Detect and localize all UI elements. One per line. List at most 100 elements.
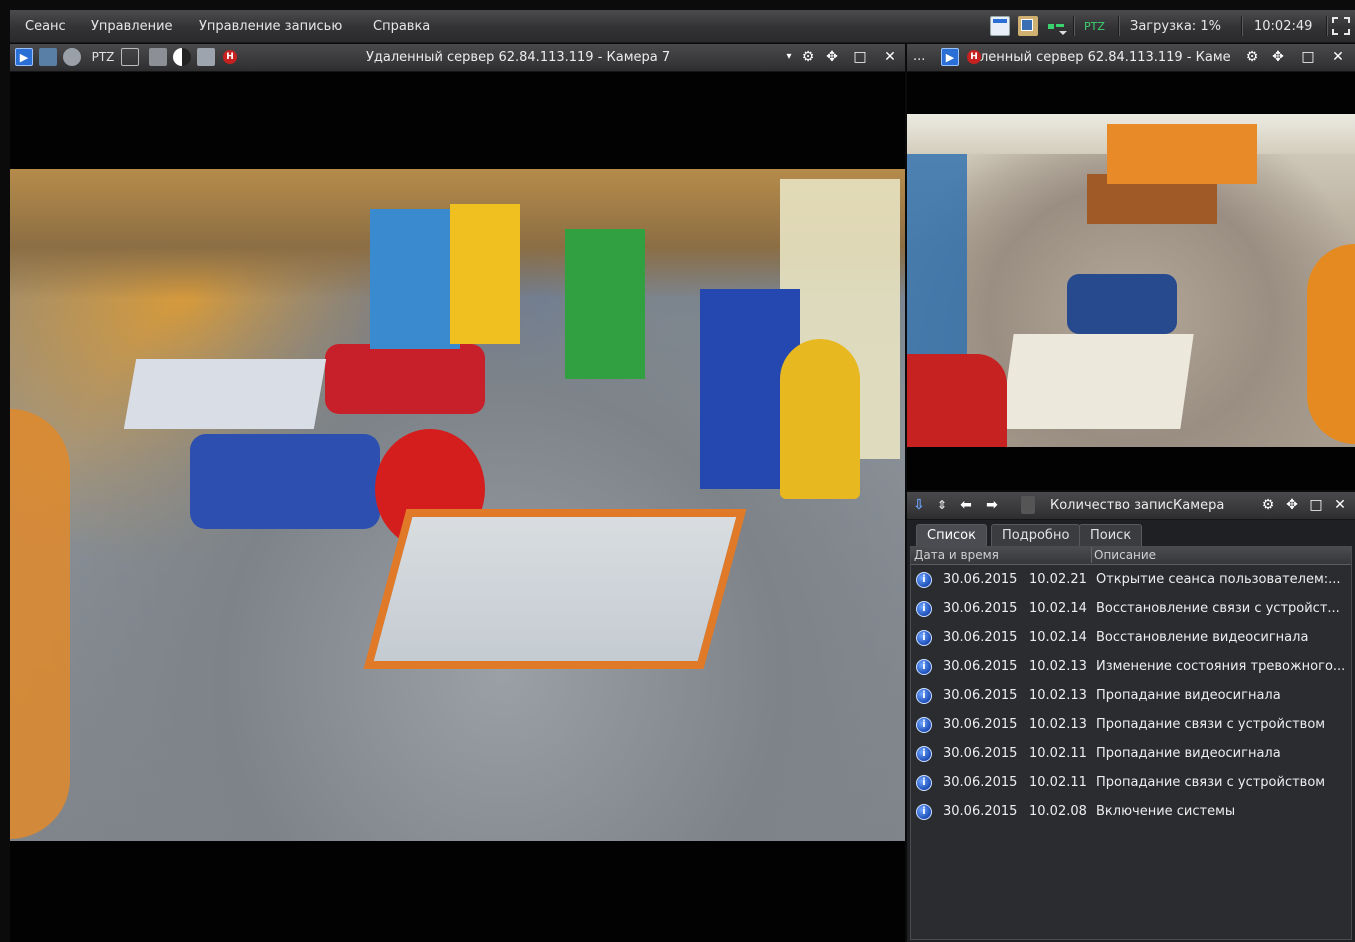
main-camera-title: Удаленный сервер 62.84.113.119 - Камера … — [366, 50, 671, 65]
sort-icon[interactable]: ⇕ — [933, 496, 951, 514]
row-time: 10.02.11 — [1029, 746, 1087, 761]
settings-icon[interactable]: ⚙ — [799, 48, 817, 66]
menu-session[interactable]: Сеанс — [25, 19, 66, 34]
events-title: Количество записКамера — [1050, 498, 1225, 513]
maximize-icon[interactable]: □ — [1299, 48, 1317, 66]
row-date: 30.06.2015 — [943, 659, 1018, 674]
menu-recording[interactable]: Управление записью — [199, 19, 342, 34]
fullscreen-icon[interactable] — [1332, 17, 1350, 35]
close-icon[interactable]: ✕ — [881, 48, 899, 66]
volume-icon[interactable] — [149, 48, 167, 66]
dropdown-icon[interactable]: ▾ — [780, 48, 798, 66]
filter-icon[interactable] — [1021, 496, 1035, 514]
row-date: 30.06.2015 — [943, 630, 1018, 645]
tab-details[interactable]: Подробно — [991, 524, 1081, 546]
row-time: 10.02.14 — [1029, 601, 1087, 616]
row-date: 30.06.2015 — [943, 804, 1018, 819]
row-description: Пропадание связи с устройством — [1096, 717, 1326, 732]
table-row[interactable]: i 30.06.2015 10.02.14 Восстановление вид… — [911, 624, 1347, 653]
window-layout-icon[interactable] — [990, 16, 1010, 36]
events-toolbar: ⇩ ⇕ ⬅ ➡ Количество записКамера ⚙ ✥ □ ✕ — [907, 492, 1355, 520]
column-datetime[interactable]: Дата и время — [914, 547, 999, 563]
move-icon[interactable]: ✥ — [1269, 48, 1287, 66]
row-date: 30.06.2015 — [943, 601, 1018, 616]
save-icon[interactable] — [197, 48, 215, 66]
row-time: 10.02.13 — [1029, 688, 1087, 703]
ptz-status[interactable]: PTZ — [1084, 20, 1105, 33]
tab-search[interactable]: Поиск — [1079, 524, 1143, 546]
events-table: Дата и время Описание i 30.06.2015 10.02… — [910, 546, 1352, 940]
signal-icon[interactable] — [1046, 16, 1067, 36]
row-time: 10.02.13 — [1029, 717, 1087, 732]
settings-icon[interactable]: ⚙ — [1259, 496, 1277, 514]
ptz-button[interactable]: PTZ — [89, 48, 117, 66]
screenshot-icon[interactable] — [1018, 16, 1038, 36]
row-description: Пропадание видеосигнала — [1096, 746, 1281, 761]
column-description[interactable]: Описание — [1091, 547, 1156, 563]
menu-help[interactable]: Справка — [373, 19, 430, 34]
arrow-right-icon[interactable]: ➡ — [983, 496, 1001, 514]
info-icon: i — [916, 775, 932, 791]
contrast-icon[interactable] — [173, 48, 191, 66]
info-icon: i — [916, 659, 932, 675]
row-date: 30.06.2015 — [943, 746, 1018, 761]
row-description: Пропадание связи с устройством — [1096, 775, 1326, 790]
download-icon[interactable]: ⇩ — [910, 496, 928, 514]
info-icon: i — [916, 601, 932, 617]
row-date: 30.06.2015 — [943, 775, 1018, 790]
side-camera-toolbar: ... ▶ H ленный сервер 62.84.113.119 - Ка… — [907, 44, 1355, 72]
row-time: 10.02.21 — [1029, 572, 1087, 587]
table-row[interactable]: i 30.06.2015 10.02.14 Восстановление свя… — [911, 595, 1347, 624]
settings-icon[interactable]: ⚙ — [1243, 48, 1261, 66]
move-icon[interactable]: ✥ — [823, 48, 841, 66]
side-camera-title: ленный сервер 62.84.113.119 - Каме — [980, 50, 1231, 65]
events-tabs: Список Подробно Поиск — [913, 524, 1349, 546]
close-icon[interactable]: ✕ — [1331, 496, 1349, 514]
row-time: 10.02.14 — [1029, 630, 1087, 645]
info-icon: i — [916, 804, 932, 820]
close-icon[interactable]: ✕ — [1329, 48, 1347, 66]
move-icon[interactable]: ✥ — [1283, 496, 1301, 514]
table-row[interactable]: i 30.06.2015 10.02.13 Изменение состояни… — [911, 653, 1347, 682]
row-time: 10.02.08 — [1029, 804, 1087, 819]
row-description: Восстановление видеосигнала — [1096, 630, 1309, 645]
table-row[interactable]: i 30.06.2015 10.02.13 Пропадание связи с… — [911, 711, 1347, 740]
row-date: 30.06.2015 — [943, 572, 1018, 587]
tab-list[interactable]: Список — [916, 524, 987, 546]
table-row[interactable]: i 30.06.2015 10.02.11 Пропадание связи с… — [911, 769, 1347, 798]
menu-control[interactable]: Управление — [91, 19, 173, 34]
main-camera-image — [10, 169, 905, 841]
record-icon[interactable]: H — [223, 50, 237, 64]
table-header: Дата и время Описание — [911, 547, 1351, 565]
row-date: 30.06.2015 — [943, 717, 1018, 732]
record-icon[interactable]: H — [967, 50, 981, 64]
info-icon: i — [916, 572, 932, 588]
table-row[interactable]: i 30.06.2015 10.02.08 Включение системы — [911, 798, 1347, 827]
load-indicator: Загрузка: 1% — [1130, 19, 1221, 34]
info-icon: i — [916, 717, 932, 733]
menu-bar: Сеанс Управление Управление записью Спра… — [10, 10, 1355, 43]
info-icon: i — [916, 746, 932, 762]
row-description: Изменение состояния тревожного... — [1096, 659, 1346, 674]
main-camera-view[interactable] — [10, 72, 905, 942]
maximize-icon[interactable]: □ — [1307, 496, 1325, 514]
main-camera-toolbar: ▶ PTZ H Удаленный сервер 62.84.113.119 -… — [10, 44, 905, 72]
more-button[interactable]: ... — [913, 49, 925, 64]
row-date: 30.06.2015 — [943, 688, 1018, 703]
play-icon[interactable]: ▶ — [941, 48, 959, 66]
maximize-icon[interactable]: □ — [851, 48, 869, 66]
table-row[interactable]: i 30.06.2015 10.02.11 Пропадание видеоси… — [911, 740, 1347, 769]
chart-icon[interactable] — [121, 48, 139, 66]
row-description: Открытие сеанса пользователем:... — [1096, 572, 1341, 587]
row-description: Пропадание видеосигнала — [1096, 688, 1281, 703]
table-row[interactable]: i 30.06.2015 10.02.21 Открытие сеанса по… — [911, 566, 1347, 595]
arrow-left-icon[interactable]: ⬅ — [957, 496, 975, 514]
table-row[interactable]: i 30.06.2015 10.02.13 Пропадание видеоси… — [911, 682, 1347, 711]
play-icon[interactable]: ▶ — [15, 48, 33, 66]
camera-export-icon[interactable] — [39, 48, 57, 66]
info-icon: i — [916, 688, 932, 704]
row-description: Включение системы — [1096, 804, 1236, 819]
row-description: Восстановление связи с устройст... — [1096, 601, 1340, 616]
sound-icon[interactable] — [63, 48, 81, 66]
side-camera-view[interactable] — [907, 72, 1355, 490]
